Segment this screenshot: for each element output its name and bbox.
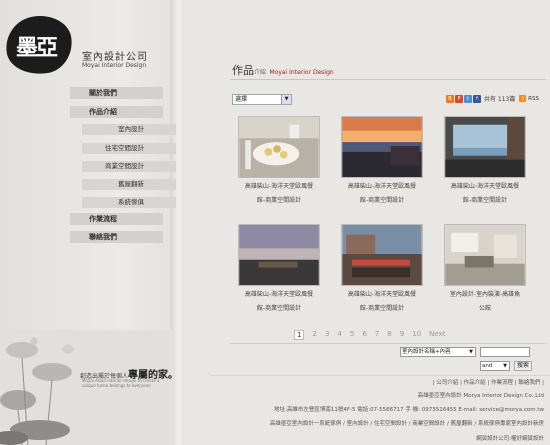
footer-keywords: 高雄墨亞室內設計一系統傢俱 / 室內設計 / 住宅空間設計 / 商業空間設計 /… [269,421,544,427]
nav-sub-label: 舊屋翻新 [118,180,144,188]
nav-sub-label: 室內設計 [118,125,144,133]
work-caption[interactable]: 高雄柴山-海洋天堂歐風餐 館-商業空間設計 [332,288,432,316]
logo-text: 墨亞 [16,35,58,61]
work-thumbnail[interactable] [444,224,526,286]
nav-sub-furniture[interactable]: 系統傢俱 [82,197,176,208]
page-link[interactable]: 8 [387,330,391,340]
nav-label: 聯絡我們 [89,233,117,241]
category-select[interactable]: 選擇 ▼ [232,94,292,105]
nav-label: 作業流程 [89,215,117,223]
next-page-link[interactable]: Next [429,330,445,340]
page-link[interactable]: 2 [312,330,316,340]
facebook-icon[interactable]: f [473,94,481,103]
nav-process[interactable]: 作業流程 [70,213,163,225]
nav-sub-residential[interactable]: 住宅空間設計 [82,143,176,154]
work-caption-line: 高雄柴山-海洋天堂歐風餐 [244,291,314,298]
nav-works[interactable]: 作品介紹 [70,106,163,118]
search-op-value: and [482,363,493,369]
title-divider [230,79,546,80]
work-caption[interactable]: 高雄柴山-海洋天堂歐風餐 館-商業空間設計 [229,180,329,208]
work-caption-line: 高雄柴山-海洋天堂歐風餐 [450,183,520,190]
nav-label: 作品介紹 [89,108,117,116]
rss-icon: ) [519,95,527,102]
work-caption[interactable]: 高雄柴山-海洋天堂歐風餐 館-商業空間設計 [229,288,329,316]
twitter-icon[interactable]: t [464,94,472,103]
slogan-en: Moyai Asian interior design to create a … [82,378,160,388]
brand-name-en: Moyai Interior Design [82,62,147,69]
article-count: 共有 113篇 [484,96,516,103]
work-thumbnail[interactable] [444,116,526,178]
footer-address: 地址:高雄市左營區博南11號4F-5 電話:07-5566717 手 機: 09… [274,407,544,413]
work-thumbnail[interactable] [341,224,423,286]
footer-divider [210,375,550,376]
work-caption-line: 高雄柴山-海洋天堂歐風餐 [347,291,417,298]
work-caption[interactable]: 高雄柴山-海洋天堂歐風餐 館-商業空間設計 [435,180,535,208]
nav-sub-renovation[interactable]: 舊屋翻新 [82,179,176,190]
work-thumbnail[interactable] [238,116,320,178]
search-field-select[interactable]: 室內設計名稱+內容 ▼ [400,347,476,357]
page-link[interactable]: 4 [337,330,341,340]
work-caption-line: 館-商業空間設計 [359,305,405,312]
page-link[interactable]: 10 [412,330,421,340]
page-link[interactable]: 6 [362,330,366,340]
search-input[interactable] [480,347,530,357]
footer-links[interactable]: | 公司介紹 | 作品介紹 | 作業流程 | 聯絡我們 | [433,378,544,386]
work-caption-line: 館-商業空間設計 [256,305,302,312]
page-title-en: Moyai Interior Design [269,69,334,76]
nav-contact[interactable]: 聯絡我們 [70,231,163,243]
chevron-down-icon: ▼ [281,95,291,104]
work-thumbnail[interactable] [341,116,423,178]
rss-link[interactable]: ) RSS [519,95,539,102]
search-button[interactable]: 搜索 [514,361,533,371]
share-bar: B P t f 共有 113篇 ) RSS [446,94,539,103]
bookmark-icon[interactable]: B [446,94,454,103]
nav-sub-interior[interactable]: 室內設計 [82,124,176,135]
nav-sub-commercial[interactable]: 商業空間設計 [82,161,176,172]
rss-label: RSS [528,96,539,102]
logo[interactable]: 墨亞 [2,11,76,79]
plurk-icon[interactable]: P [455,94,463,103]
footer-copyright: 高雄墨亞室內設計 Morya Interior Design Co.,Ltd [417,393,544,399]
work-caption[interactable]: 高雄柴山-海洋天堂歐風餐 館-商業空間設計 [332,180,432,208]
work-thumbnail[interactable] [238,224,320,286]
footer-credit[interactable]: 網頁設計公司:權好網頁設計 [476,434,544,442]
chevron-down-icon: ▼ [469,349,473,355]
page-title-sub: 介紹 [254,69,267,76]
search-op-select[interactable]: and ▼ [480,361,510,371]
work-caption-line: 館-商業空間設計 [462,197,508,204]
page-link-current[interactable]: 1 [294,330,305,340]
work-caption-line: 館-商業空間設計 [359,197,405,204]
work-caption-line: 公館 [478,305,491,312]
pager-divider [230,343,546,344]
work-caption-line: 高雄柴山-海洋天堂歐風餐 [347,183,417,190]
page-link[interactable]: 5 [350,330,354,340]
page-link[interactable]: 9 [400,330,404,340]
page-link[interactable]: 7 [375,330,379,340]
page-link[interactable]: 3 [325,330,329,340]
brand-name: 室內設計公司 [82,52,148,63]
nav-sub-label: 商業空間設計 [105,162,144,170]
nav-label: 關於我們 [89,89,117,97]
work-caption-line: 室內設計-室內裝潢-高雄魚 [449,291,521,298]
search-field-value: 室內設計名稱+內容 [402,349,451,355]
pagination: 1 2 3 4 5 6 7 8 9 10 Next [294,330,445,340]
category-select-value: 選擇 [235,96,248,103]
nav-sub-label: 住宅空間設計 [105,144,144,152]
page-title: 作品介紹 Moyai Interior Design [232,62,334,78]
work-caption-line: 館-商業空間設計 [256,197,302,204]
nav-about[interactable]: 關於我們 [70,87,163,99]
page-title-main: 作品 [232,64,254,77]
work-caption[interactable]: 室內設計-室內裝潢-高雄魚 公館 [435,288,535,316]
chevron-down-icon: ▼ [503,363,507,369]
work-caption-line: 高雄柴山-海洋天堂歐風餐 [244,183,314,190]
nav-sub-label: 系統傢俱 [118,198,144,206]
